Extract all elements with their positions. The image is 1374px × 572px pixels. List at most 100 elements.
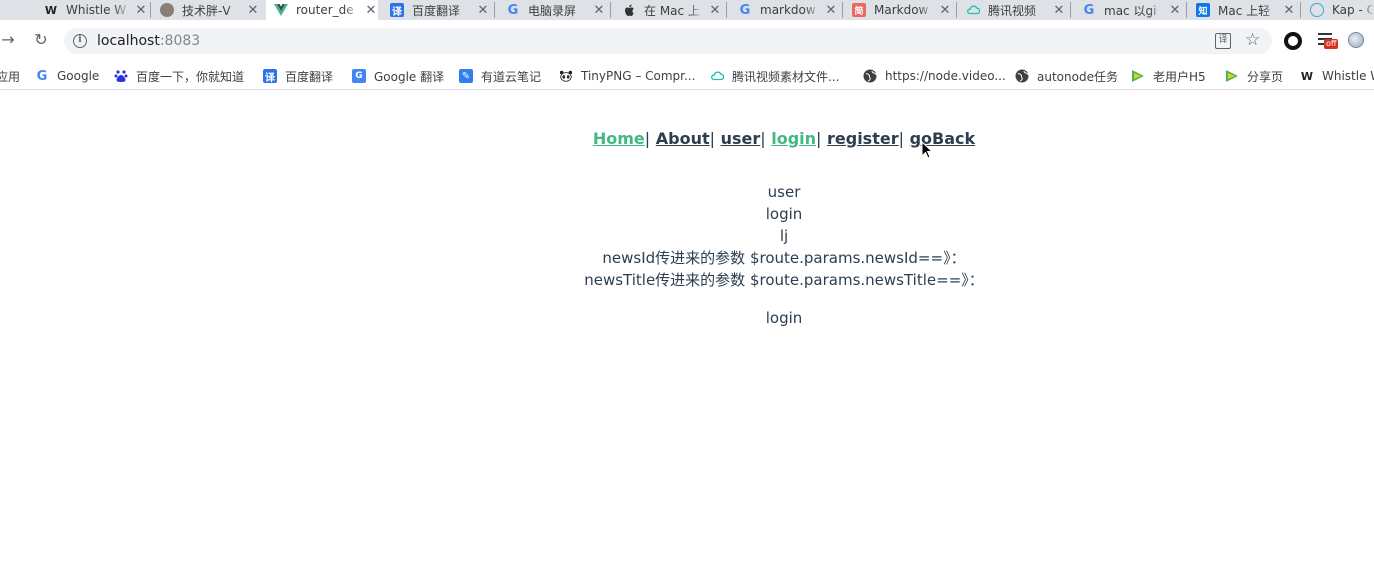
whistle-icon: W xyxy=(1300,69,1314,83)
close-icon[interactable]: ✕ xyxy=(134,3,148,18)
bookmark-youdao[interactable]: ✎ 有道云笔记 xyxy=(459,66,541,86)
tab-title: 技术胖-V xyxy=(182,3,231,18)
tab-divider xyxy=(1186,2,1187,18)
close-icon[interactable]: ✕ xyxy=(476,3,490,18)
browser-toolbar: → ↻ i localhost:8083 译 ☆ off xyxy=(0,20,1374,62)
play-icon xyxy=(1131,69,1145,83)
bookmark-node-video[interactable]: https://node.video... xyxy=(863,66,1006,86)
bookmark-autonode[interactable]: autonode任务 xyxy=(1015,66,1118,86)
tab-zhihu[interactable]: 知 Mac 上轻 ✕ xyxy=(1196,0,1296,20)
extension-list-icon[interactable]: off xyxy=(1316,30,1339,50)
bookmark-label: 应用 xyxy=(0,69,21,84)
close-icon[interactable]: ✕ xyxy=(592,3,606,18)
close-icon[interactable]: ✕ xyxy=(364,3,378,18)
router-view: user login lj newsId传进来的参数 $route.params… xyxy=(0,181,1374,329)
close-icon[interactable]: ✕ xyxy=(824,3,838,18)
close-icon[interactable]: ✕ xyxy=(938,3,952,18)
nav-link-about[interactable]: About xyxy=(656,129,710,148)
play-icon xyxy=(1225,69,1239,83)
tab-markdown-jianshu[interactable]: 简 Markdow ✕ xyxy=(852,0,952,20)
page-translate-icon[interactable]: 译 xyxy=(1215,33,1231,49)
tab-title: 电脑录屏 xyxy=(528,3,577,18)
forward-icon[interactable]: → xyxy=(0,30,18,50)
extension-ring-icon[interactable] xyxy=(1284,32,1302,50)
tab-divider xyxy=(610,2,611,18)
bookmark-google[interactable]: G Google xyxy=(35,66,100,86)
google-icon: G xyxy=(36,68,48,84)
info-icon[interactable]: i xyxy=(73,34,87,48)
view-lj-text: lj xyxy=(779,227,789,245)
tab-divider xyxy=(150,2,151,18)
bookmark-fenxiangye[interactable]: 分享页 xyxy=(1225,66,1283,86)
bookmark-baidu[interactable]: 百度一下，你就知道 xyxy=(114,66,244,86)
close-icon[interactable]: ✕ xyxy=(708,3,722,18)
avatar-icon xyxy=(160,3,174,17)
bookmark-google-fanyi[interactable]: G Google 翻译 xyxy=(352,66,444,86)
address-url[interactable]: localhost:8083 xyxy=(97,33,200,49)
goback-button[interactable]: goBack xyxy=(910,129,976,148)
nav-separator: | xyxy=(644,129,651,148)
view-user-text: user xyxy=(767,183,801,201)
tab-title: Whistle W xyxy=(66,3,127,17)
extension-off-badge: off xyxy=(1324,39,1339,49)
bookmark-label: Google 翻译 xyxy=(374,69,445,84)
bookmark-label: https://node.video... xyxy=(885,69,1006,83)
tab-mac-git[interactable]: G mac 以gi ✕ xyxy=(1082,0,1182,20)
tab-divider xyxy=(842,2,843,18)
bookmark-label: 老用户H5 xyxy=(1153,69,1206,84)
bookmark-star-icon[interactable]: ☆ xyxy=(1245,30,1260,50)
bookmark-label: 百度翻译 xyxy=(285,69,334,84)
tab-whistle[interactable]: W Whistle W ✕ xyxy=(44,0,148,20)
bookmark-apps[interactable]: 应用 xyxy=(0,66,20,86)
close-icon[interactable]: ✕ xyxy=(1052,3,1066,18)
tab-baidu-fanyi[interactable]: 译 百度翻译 ✕ xyxy=(390,0,490,20)
bookmark-whistle[interactable]: W Whistle W xyxy=(1300,66,1374,86)
address-bar[interactable]: i localhost:8083 译 ☆ xyxy=(64,28,1272,54)
url-port: :8083 xyxy=(159,33,201,49)
google-icon: G xyxy=(1083,2,1095,18)
nav-link-register[interactable]: register xyxy=(827,129,899,148)
zhihu-icon: 知 xyxy=(1196,3,1210,17)
child-view-login: login xyxy=(765,309,803,327)
tab-jishupang[interactable]: 技术胖-V ✕ xyxy=(160,0,260,20)
bookmark-label: 有道云笔记 xyxy=(481,69,542,84)
tab-strip: W Whistle W ✕ 技术胖-V ✕ router_de ✕ 译 百度翻译… xyxy=(0,0,1374,20)
tab-title: Markdow xyxy=(874,3,929,17)
bookmark-baidu-fanyi[interactable]: 译 百度翻译 xyxy=(263,66,333,86)
nav-link-home[interactable]: Home xyxy=(593,129,645,148)
tab-kap[interactable]: Kap - C xyxy=(1310,0,1374,20)
bookmark-tengxun-sucai[interactable]: 腾讯视频素材文件... xyxy=(710,66,839,86)
cloud-icon xyxy=(710,69,724,83)
bookmark-label: 百度一下，你就知道 xyxy=(136,69,245,84)
extension-globe-icon[interactable] xyxy=(1348,32,1364,48)
bookmark-tinypng[interactable]: TinyPNG – Compr... xyxy=(559,66,695,86)
youdao-icon: ✎ xyxy=(459,69,473,83)
close-icon[interactable]: ✕ xyxy=(1168,3,1182,18)
tab-tengxun-shipin[interactable]: 腾讯视频 ✕ xyxy=(966,0,1066,20)
page-viewport: Home| About| user| login| register| goBa… xyxy=(0,91,1374,572)
nav-link-user[interactable]: user xyxy=(721,129,761,148)
bookmark-laoyonghu-h5[interactable]: 老用户H5 xyxy=(1131,66,1206,86)
tab-markdown-google[interactable]: G markdow ✕ xyxy=(738,0,838,20)
tab-zai-mac[interactable]: 在 Mac 上 ✕ xyxy=(622,0,722,20)
cloud-icon xyxy=(966,3,980,17)
tab-title: 在 Mac 上 xyxy=(644,3,700,18)
globe-icon xyxy=(1015,69,1029,83)
tab-title: 腾讯视频 xyxy=(988,3,1037,18)
google-icon: G xyxy=(739,2,751,18)
reload-icon[interactable]: ↻ xyxy=(31,30,51,50)
tab-diannao-luping[interactable]: G 电脑录屏 ✕ xyxy=(506,0,606,20)
mouse-cursor-icon xyxy=(921,141,933,159)
bookmarks-bar: 应用 G Google 百度一下，你就知道 译 百度翻译 G Google 翻译… xyxy=(0,62,1374,90)
tab-router-demo[interactable]: router_de ✕ xyxy=(266,0,378,20)
panda-icon xyxy=(559,69,573,83)
news-title-param: newsTitle传进来的参数 $route.params.newsTitle=… xyxy=(584,271,984,289)
globe-icon xyxy=(863,69,877,83)
nav-link-login[interactable]: login xyxy=(771,129,816,148)
bookmark-label: autonode任务 xyxy=(1037,69,1118,84)
close-icon[interactable]: ✕ xyxy=(1282,3,1296,18)
kap-icon xyxy=(1310,3,1324,17)
close-icon[interactable]: ✕ xyxy=(246,3,260,18)
news-id-param: newsId传进来的参数 $route.params.newsId==》： xyxy=(602,249,966,267)
tab-title: mac 以gi xyxy=(1104,3,1157,18)
